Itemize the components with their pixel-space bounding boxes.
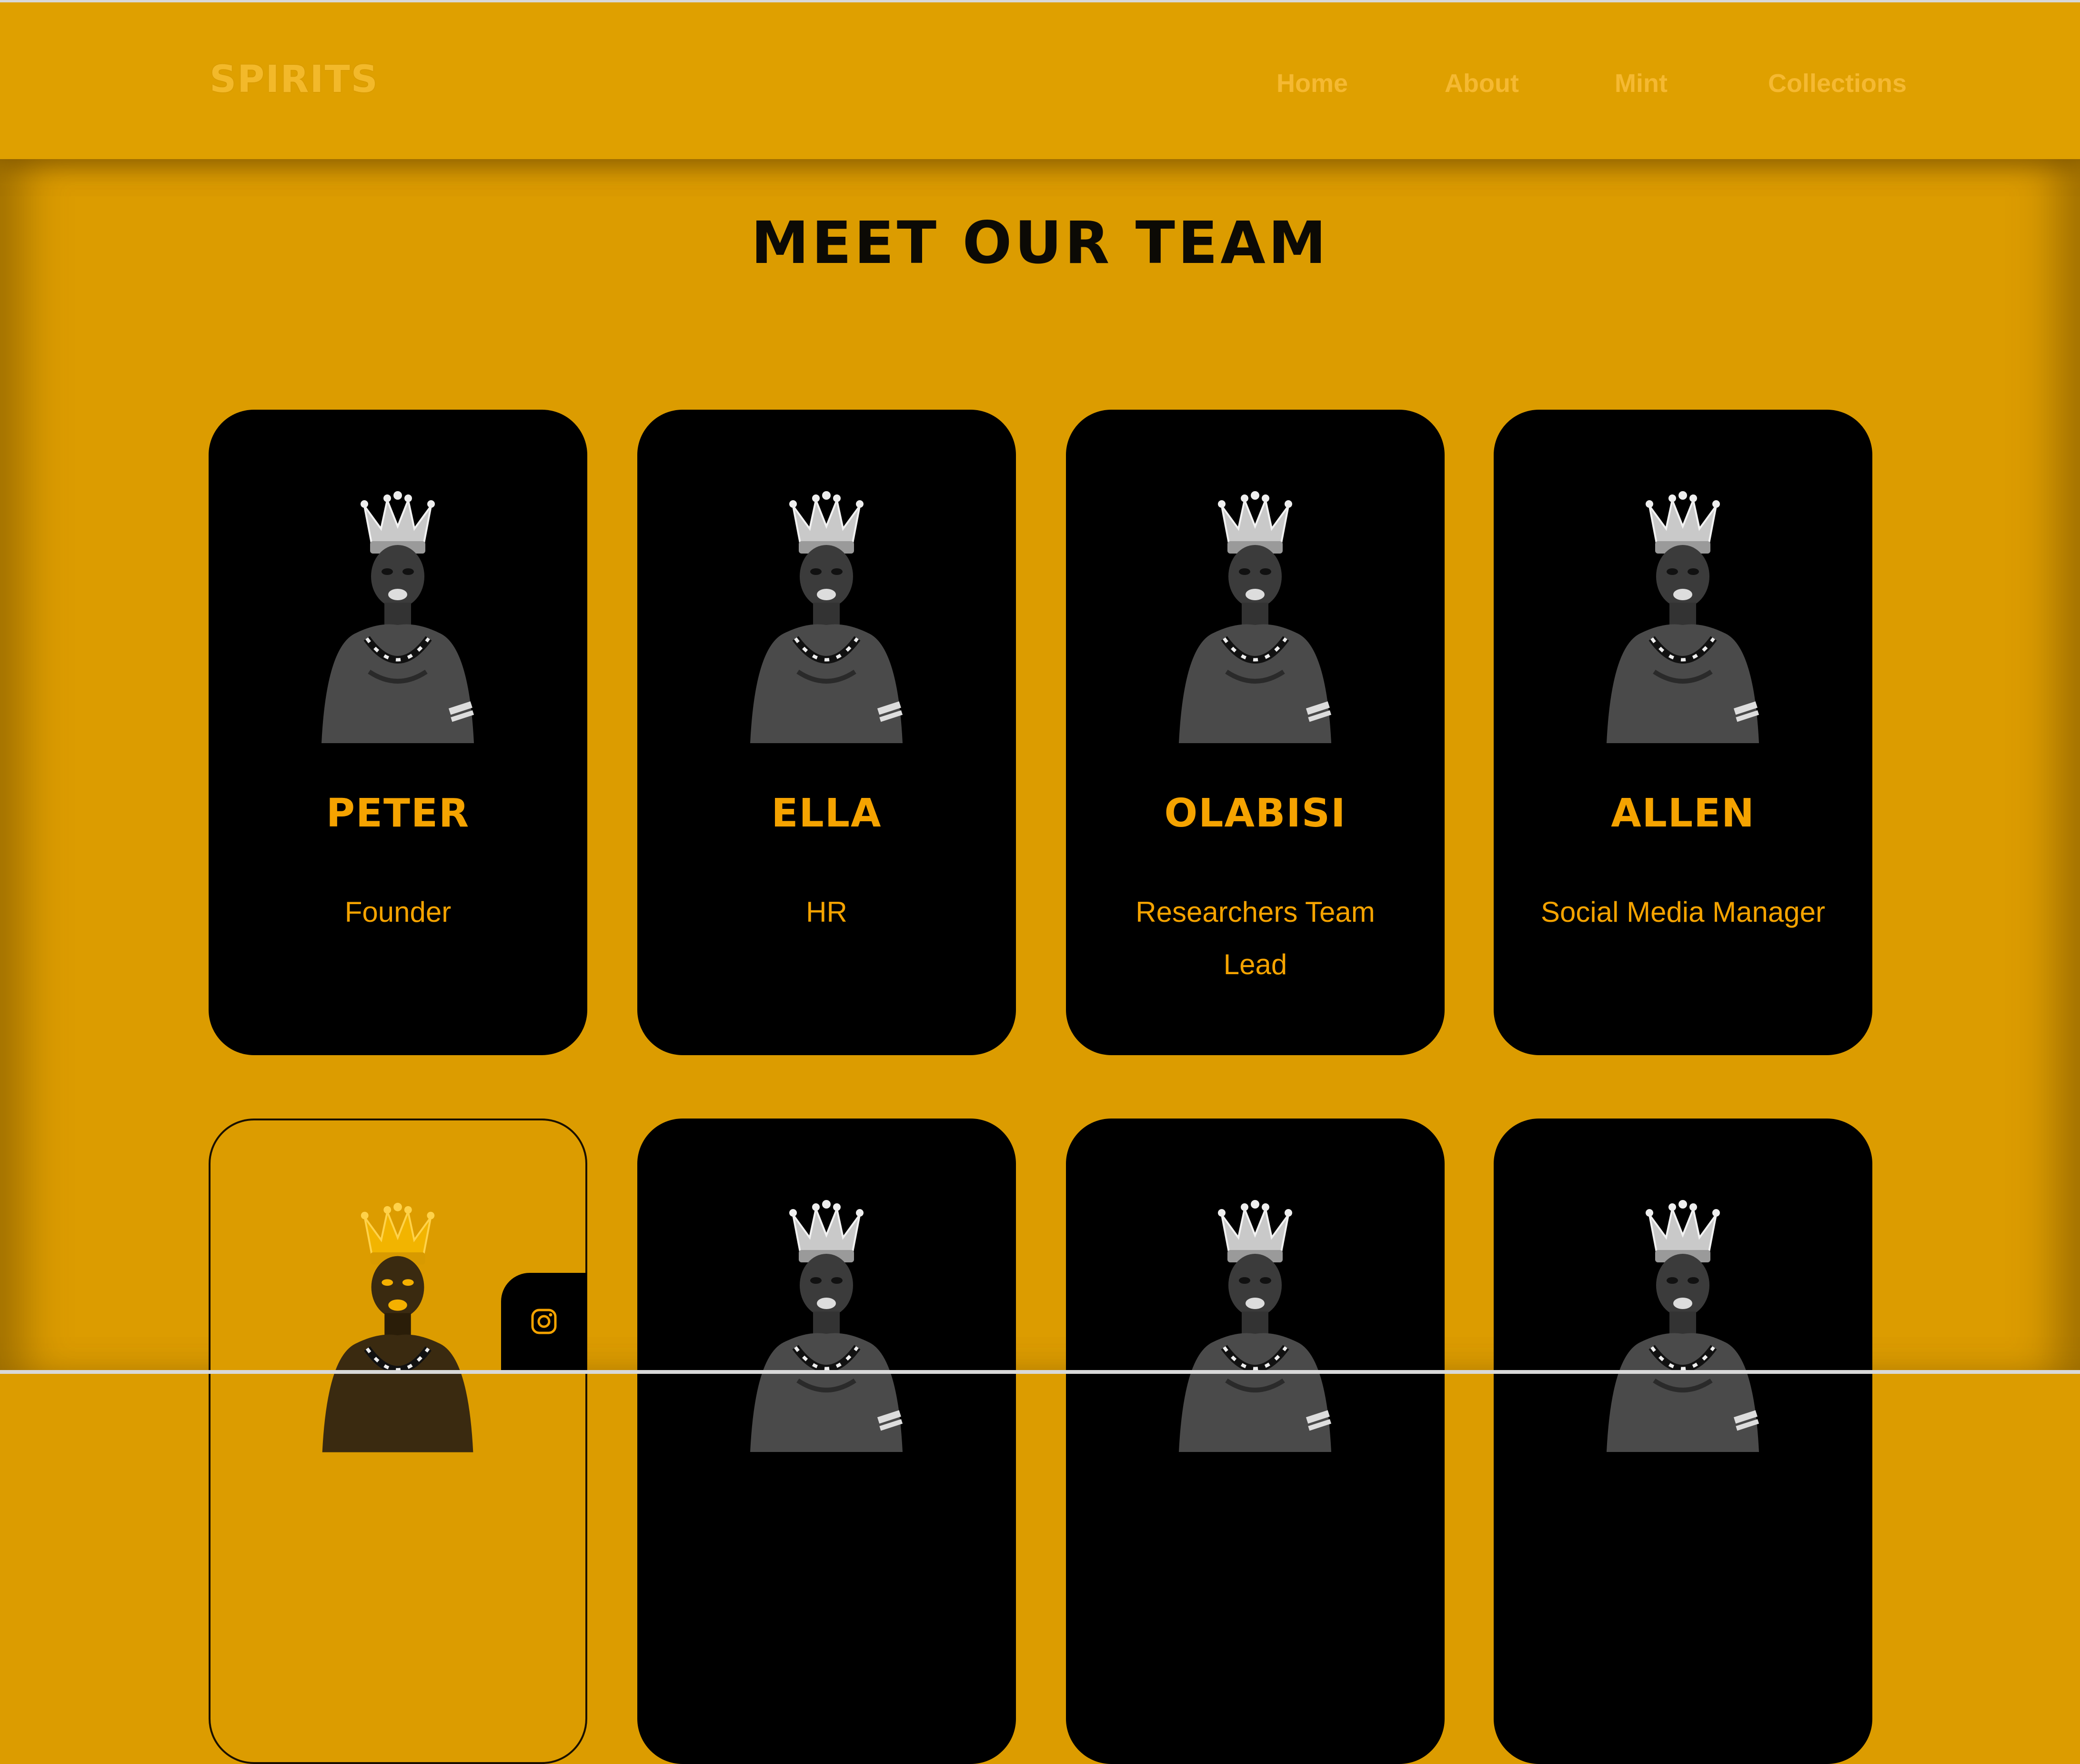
nav-link-about[interactable]: About bbox=[1445, 64, 1519, 102]
nav-link-collections[interactable]: Collections bbox=[1768, 64, 1907, 102]
team-card[interactable]: ALLEN Social Media Manager bbox=[1494, 410, 1872, 1055]
nav-link-mint[interactable]: Mint bbox=[1615, 64, 1668, 102]
team-card[interactable]: ELLA HR bbox=[637, 410, 1016, 1055]
avatar bbox=[209, 410, 587, 753]
nav-link-home[interactable]: Home bbox=[1276, 64, 1348, 102]
avatar bbox=[1494, 1119, 1872, 1462]
member-name: ELLA bbox=[771, 791, 882, 836]
instagram-icon bbox=[531, 1309, 557, 1334]
avatar bbox=[637, 410, 1016, 753]
member-name: PETER bbox=[326, 791, 470, 836]
team-card[interactable] bbox=[637, 1119, 1016, 1764]
team-card[interactable] bbox=[1494, 1119, 1872, 1764]
team-card[interactable] bbox=[1066, 1119, 1445, 1764]
avatar bbox=[1494, 410, 1872, 753]
section-heading: MEET OUR TEAM bbox=[751, 209, 1329, 277]
window-bottom-edge bbox=[0, 1370, 2080, 1374]
instagram-link[interactable] bbox=[501, 1273, 587, 1374]
avatar bbox=[1066, 1119, 1445, 1462]
member-role: Researchers Team Lead bbox=[1135, 896, 1375, 980]
member-name: OLABISI bbox=[1164, 791, 1346, 836]
top-navbar: SPIRITS Home About Mint Collections bbox=[0, 0, 2080, 159]
member-name: ALLEN bbox=[1611, 791, 1755, 836]
team-card-hovered[interactable] bbox=[209, 1119, 587, 1764]
avatar bbox=[1066, 410, 1445, 753]
avatar bbox=[637, 1119, 1016, 1462]
member-role: Social Media Manager bbox=[1541, 896, 1825, 928]
site-logo[interactable]: SPIRITS bbox=[210, 56, 379, 103]
team-card[interactable]: OLABISI Researchers Team Lead bbox=[1066, 410, 1445, 1055]
member-role: Founder bbox=[344, 896, 452, 928]
member-role: HR bbox=[806, 896, 847, 928]
team-card[interactable]: PETER Founder bbox=[209, 410, 587, 1055]
